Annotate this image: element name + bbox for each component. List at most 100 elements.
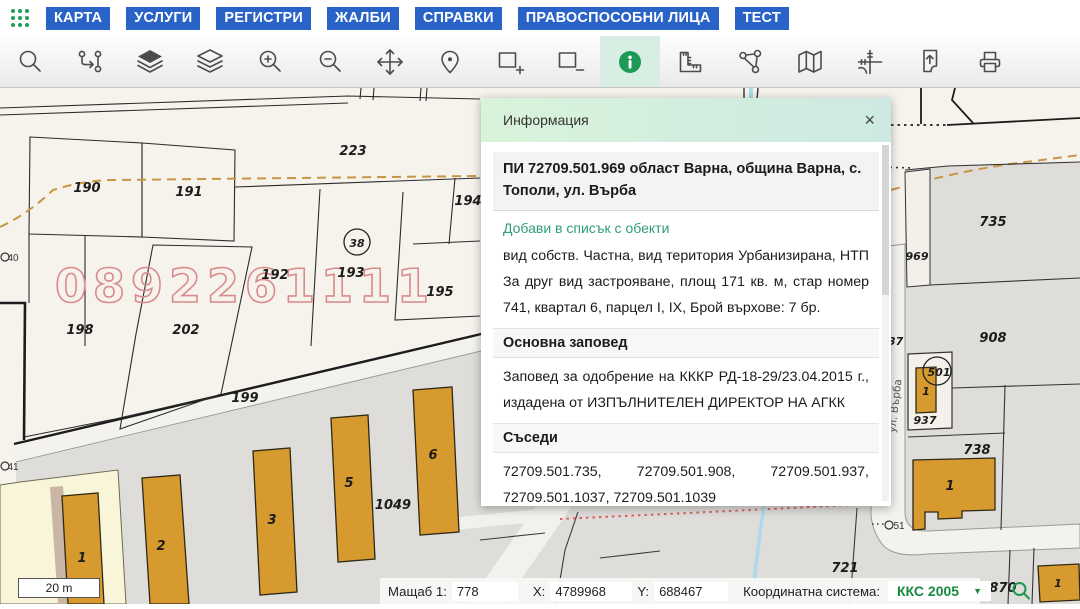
parcel-label: 738 <box>963 443 990 458</box>
measure-tool-button[interactable] <box>660 36 720 87</box>
menu-item-zhalbi[interactable]: ЖАЛБИ <box>327 7 399 30</box>
parcel-label: 969 <box>906 250 929 263</box>
print-tool-button[interactable] <box>960 36 1020 87</box>
info-panel-header: Информация × <box>481 98 891 142</box>
chevron-down-icon: ▼ <box>973 586 982 596</box>
zoom-out-icon <box>315 47 345 77</box>
x-coordinate-input[interactable] <box>550 582 632 601</box>
scalebar-label: 20 m <box>46 581 73 595</box>
zoom-in-tool-button[interactable] <box>240 36 300 87</box>
coordinates-tool-button[interactable] <box>840 36 900 87</box>
crs-label: Координатна система: <box>743 584 880 599</box>
info-panel: Информация × ПИ 72709.501.969 област Вар… <box>481 98 891 506</box>
parcel-label: 1049 <box>375 498 411 513</box>
parcel-label: 937 <box>914 414 937 427</box>
info-panel-title: Информация <box>503 112 589 128</box>
panel-scrollbar[interactable] <box>882 145 889 501</box>
neighbors-text: 72709.501.735, 72709.501.908, 72709.501.… <box>503 459 869 506</box>
x-label: X: <box>533 584 545 599</box>
coordinate-axes-icon <box>855 47 885 77</box>
parcel-label: 192 <box>261 268 288 283</box>
building-label: 2 <box>156 539 165 554</box>
building-label: 1 <box>922 385 930 398</box>
object-details: вид собств. Частна, вид територия Урбани… <box>503 243 869 321</box>
parcel-label: 735 <box>979 215 1006 230</box>
building-label: 5 <box>344 476 353 491</box>
pan-tool-button[interactable] <box>360 36 420 87</box>
map-toolbar <box>0 36 1080 88</box>
building-label: 1 <box>945 479 954 494</box>
layers-tool-button[interactable] <box>120 36 180 87</box>
rect-minus-icon <box>555 47 585 77</box>
printer-icon <box>975 47 1005 77</box>
measure-ruler-icon <box>675 47 705 77</box>
export-tool-button[interactable] <box>900 36 960 87</box>
crs-select[interactable]: ККС 2005 ▼ <box>888 581 991 601</box>
scale-input[interactable] <box>452 582 518 601</box>
info-icon <box>615 47 645 77</box>
menu-item-uslugi[interactable]: УСЛУГИ <box>126 7 200 30</box>
menu-item-karta[interactable]: КАРТА <box>46 7 110 30</box>
parcel-label: 193 <box>337 266 364 281</box>
phone-watermark: 0892261111 <box>55 259 435 313</box>
parcel-label: 202 <box>172 323 199 338</box>
menu-item-pravosposobni-lica[interactable]: ПРАВОСПОСОБНИ ЛИЦА <box>518 7 719 30</box>
rect-plus-icon <box>495 47 525 77</box>
section-heading-neighbors: Съседи <box>493 423 879 453</box>
scale-label: Мащаб 1: <box>388 584 447 599</box>
close-icon[interactable]: × <box>864 98 875 142</box>
menu-item-registri[interactable]: РЕГИСТРИ <box>216 7 311 30</box>
building-label: 1 <box>1054 577 1062 590</box>
coordinate-search-button[interactable] <box>1010 580 1032 602</box>
parcel-label: 908 <box>979 331 1006 346</box>
layers-icon <box>135 47 165 77</box>
folded-map-icon <box>795 47 825 77</box>
parcel-label: 195 <box>426 285 453 300</box>
location-pin-icon <box>435 47 465 77</box>
select-graph-tool-button[interactable] <box>60 36 120 87</box>
crs-value: ККС 2005 <box>897 583 959 599</box>
share-tool-button[interactable] <box>720 36 780 87</box>
status-bar: Мащаб 1: X: Y: Координатна система: ККС … <box>380 578 980 604</box>
parcel-label: 721 <box>831 561 858 576</box>
parcel-label: 199 <box>231 391 258 406</box>
select-area-remove-tool-button[interactable] <box>540 36 600 87</box>
menu-bar: КАРТА УСЛУГИ РЕГИСТРИ ЖАЛБИ СПРАВКИ ПРАВ… <box>0 0 1080 36</box>
order-text: Заповед за одобрение на КККР РД-18-29/23… <box>503 364 869 416</box>
add-to-object-list-link[interactable]: Добави в списък с обекти <box>503 220 669 236</box>
layers-stack-icon <box>195 47 225 77</box>
menu-item-test[interactable]: ТЕСТ <box>735 7 789 30</box>
node-label: 38 <box>349 237 365 250</box>
building-label: 6 <box>428 448 437 463</box>
info-panel-body: ПИ 72709.501.969 област Варна, община Ва… <box>481 152 891 506</box>
y-label: Y: <box>637 584 649 599</box>
parcel-label: 223 <box>339 144 366 159</box>
layers-stack-tool-button[interactable] <box>180 36 240 87</box>
zoom-in-icon <box>255 47 285 77</box>
info-tool-button[interactable] <box>600 36 660 87</box>
search-tool-button[interactable] <box>0 36 60 87</box>
select-graph-icon <box>75 47 105 77</box>
parcel-label: 198 <box>66 323 93 338</box>
export-page-icon <box>915 47 945 77</box>
section-heading-order: Основна заповед <box>493 328 879 358</box>
menu-item-spravki[interactable]: СПРАВКИ <box>415 7 502 30</box>
building-label: 1 <box>77 551 86 566</box>
map-scalebar: 20 m <box>18 578 100 598</box>
y-coordinate-input[interactable] <box>654 582 728 601</box>
search-icon <box>1010 580 1032 602</box>
pan-icon <box>375 47 405 77</box>
map-overview-tool-button[interactable] <box>780 36 840 87</box>
select-area-add-tool-button[interactable] <box>480 36 540 87</box>
apps-grid-icon[interactable] <box>10 8 30 28</box>
share-nodes-icon <box>735 47 765 77</box>
search-icon <box>15 47 45 77</box>
object-title: ПИ 72709.501.969 област Варна, община Ва… <box>493 152 879 211</box>
node-label: 501 <box>928 366 951 379</box>
zoom-out-tool-button[interactable] <box>300 36 360 87</box>
parcel-label: 190 <box>73 181 100 196</box>
parcel-label: 191 <box>175 185 202 200</box>
node-label: 51 <box>893 521 905 532</box>
location-tool-button[interactable] <box>420 36 480 87</box>
node-label: 41 <box>7 462 19 473</box>
